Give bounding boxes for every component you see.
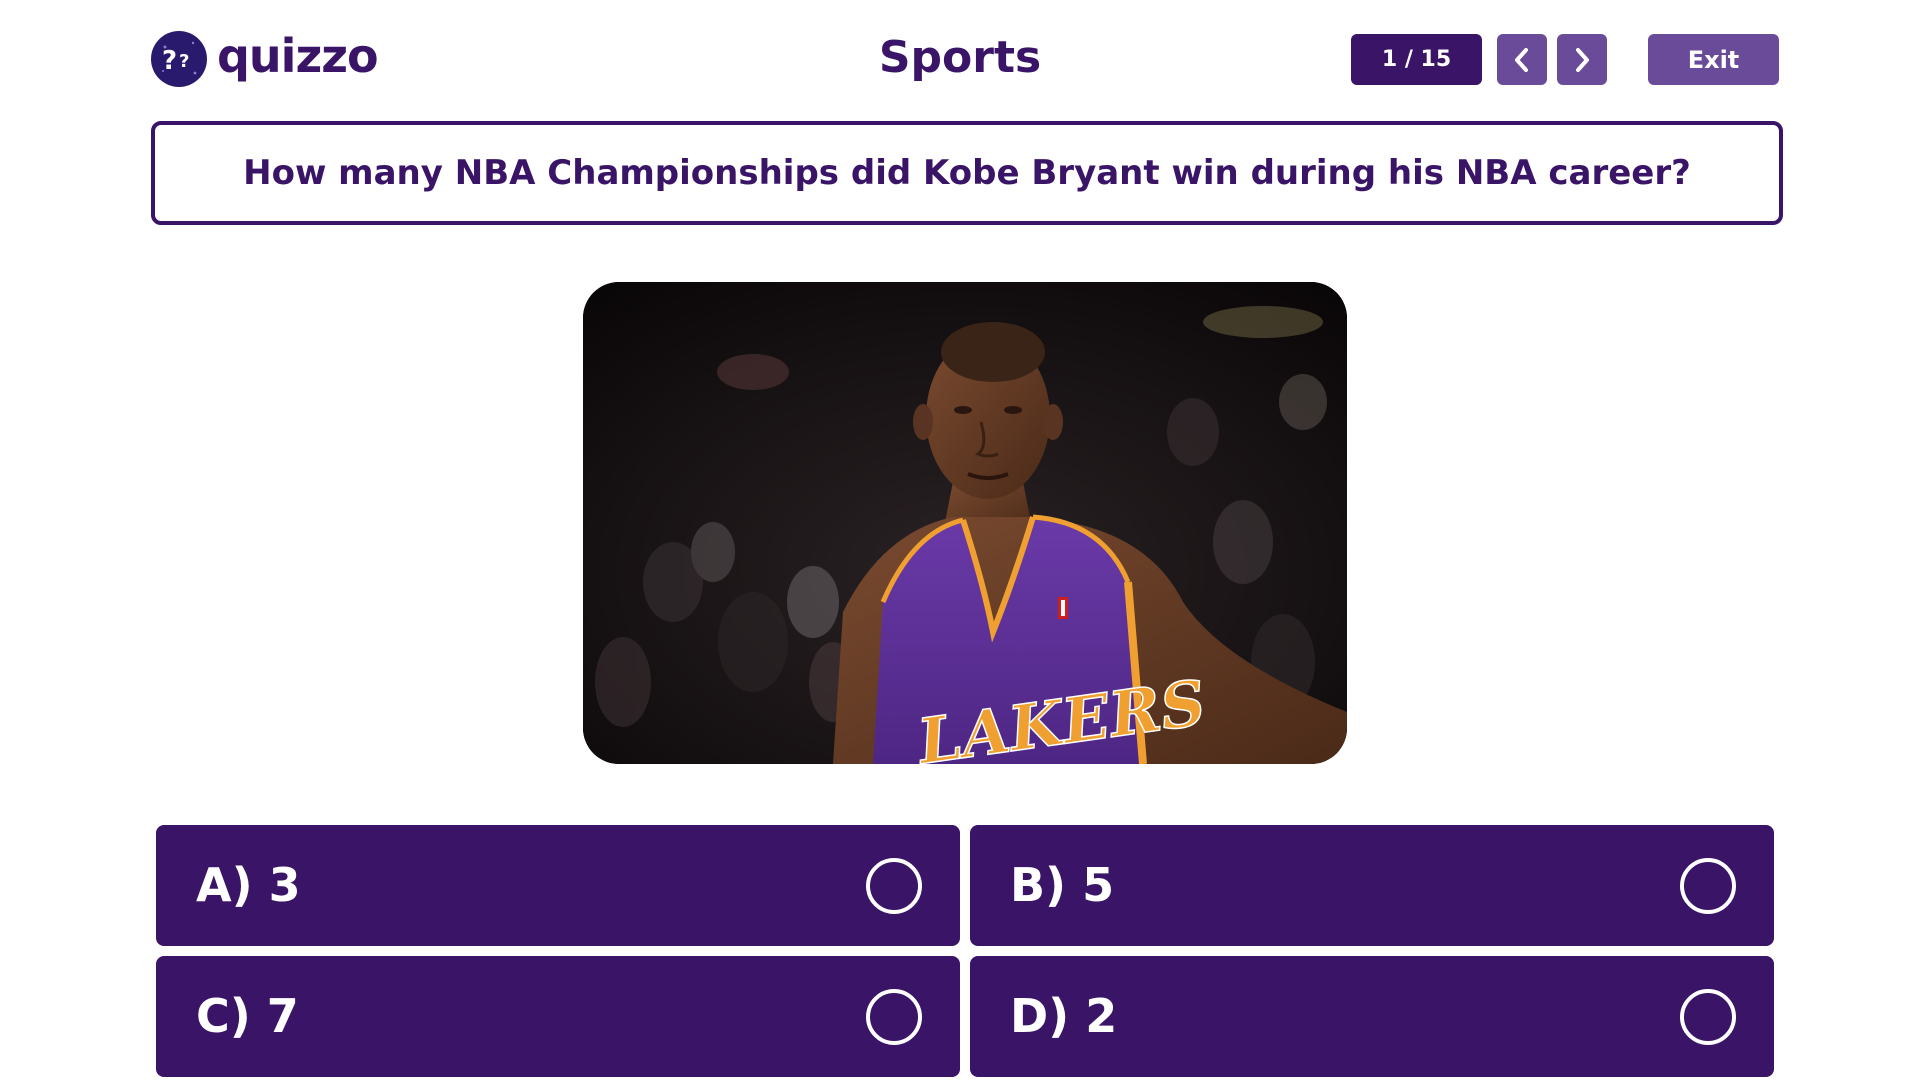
- radio-circle-icon[interactable]: [866, 989, 922, 1045]
- quiz-page: ? ? quizzo Sports 1 / 15 Exit How many N…: [0, 0, 1920, 1080]
- question-box: How many NBA Championships did Kobe Brya…: [151, 121, 1783, 225]
- answer-label: D) 2: [1010, 989, 1118, 1043]
- svg-text:?: ?: [162, 46, 177, 76]
- question-counter: 1 / 15: [1351, 34, 1482, 85]
- radio-circle-icon[interactable]: [866, 858, 922, 914]
- answer-option-b[interactable]: B) 5: [970, 825, 1774, 946]
- player-photo-illustration: LAKERS: [583, 282, 1347, 764]
- next-question-button[interactable]: [1557, 34, 1607, 85]
- radio-circle-icon[interactable]: [1680, 989, 1736, 1045]
- chevron-right-icon: [1576, 47, 1589, 72]
- exit-button[interactable]: Exit: [1648, 34, 1779, 85]
- question-text: How many NBA Championships did Kobe Brya…: [243, 153, 1691, 193]
- svg-text:?: ?: [179, 51, 189, 72]
- app-logo[interactable]: ? ? quizzo: [151, 29, 379, 87]
- answer-label: A) 3: [196, 858, 301, 912]
- chevron-left-icon: [1515, 47, 1528, 72]
- answer-option-d[interactable]: D) 2: [970, 956, 1774, 1077]
- previous-question-button[interactable]: [1497, 34, 1547, 85]
- radio-circle-icon[interactable]: [1680, 858, 1736, 914]
- app-name: quizzo: [217, 29, 379, 83]
- answer-label: C) 7: [196, 989, 299, 1043]
- question-marks-logo-icon: ? ?: [151, 31, 207, 87]
- answer-option-c[interactable]: C) 7: [156, 956, 960, 1077]
- answer-label: B) 5: [1010, 858, 1115, 912]
- answer-option-a[interactable]: A) 3: [156, 825, 960, 946]
- question-image: LAKERS: [583, 282, 1347, 764]
